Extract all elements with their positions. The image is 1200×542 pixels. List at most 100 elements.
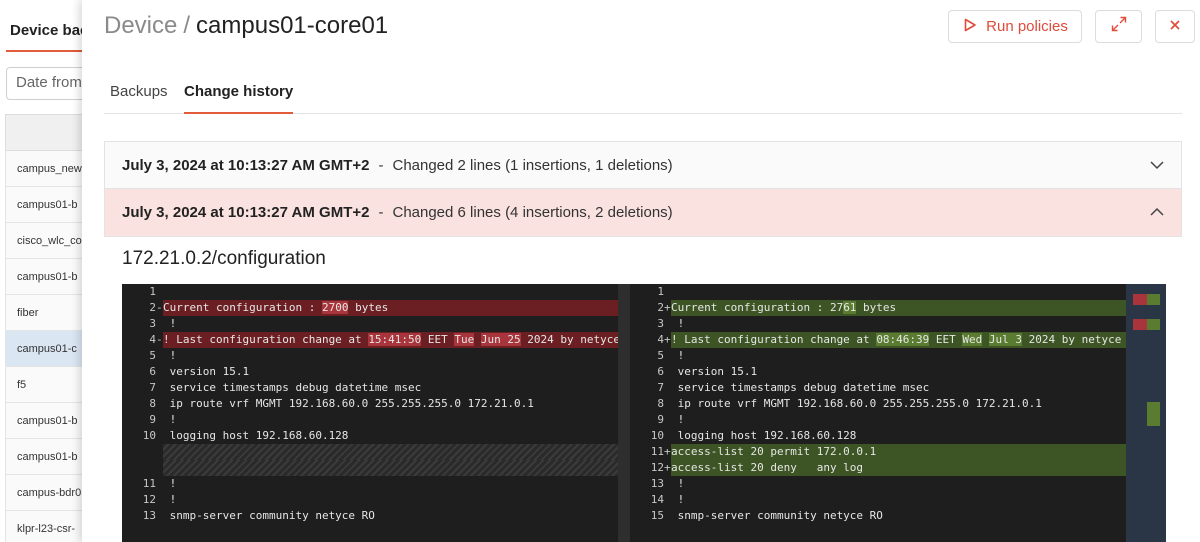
line-number: 10	[650, 429, 664, 442]
breadcrumb-separator: /	[183, 12, 191, 39]
code-text: !	[163, 493, 177, 506]
overview-added-mark	[1147, 402, 1160, 426]
diff-line: 12 !	[122, 492, 618, 508]
diff-overview-ruler[interactable]	[1126, 284, 1166, 542]
code-text: logging host 192.168.60.128	[163, 429, 349, 442]
line-number: 4	[657, 333, 664, 346]
code-text: Current configuration : 2761 bytes	[671, 301, 897, 314]
code-text: logging host 192.168.60.128	[671, 429, 857, 442]
history-separator: -	[378, 204, 384, 221]
code-text: ! Last configuration change at 08:46:39 …	[671, 333, 1122, 346]
history-entry-1[interactable]: July 3, 2024 at 10:13:27 AM GMT+2 - Chan…	[104, 141, 1182, 189]
history-separator: -	[378, 156, 384, 174]
diff-line: 4 +! Last configuration change at 08:46:3…	[630, 332, 1138, 348]
diff-padding-line	[163, 444, 618, 460]
diff-line: 3 !	[122, 316, 618, 332]
background-tab-indicator	[6, 50, 86, 52]
expand-icon	[1111, 16, 1127, 37]
diff-line: 8 ip route vrf MGMT 192.168.60.0 255.255…	[122, 396, 618, 412]
line-number: 13	[650, 477, 664, 490]
line-number: 6	[149, 365, 156, 378]
diff-line: 2- Current configuration : 2700 bytes	[122, 300, 618, 316]
diff-line: 6 version 15.1	[122, 364, 618, 380]
run-policies-button[interactable]: Run policies	[948, 10, 1082, 43]
diff-line: 1	[630, 284, 1138, 300]
expand-button[interactable]	[1095, 10, 1142, 43]
tab-backups[interactable]: Backups	[110, 83, 168, 112]
changed-word-highlight: Wed	[962, 333, 983, 346]
line-number: 11	[650, 445, 664, 458]
diff-divider[interactable]	[618, 284, 630, 542]
line-number: 12	[650, 461, 664, 474]
history-timestamp: July 3, 2024 at 10:13:27 AM GMT+2	[122, 156, 370, 174]
code-text: !	[671, 493, 685, 506]
diff-padding-line	[163, 460, 618, 476]
line-number: 3	[149, 317, 156, 330]
tab-change-history[interactable]: Change history	[184, 83, 294, 114]
diff-right-pane: 1 2 + Current configuration : 2761 bytes 3 !…	[630, 284, 1166, 542]
code-text: !	[163, 477, 177, 490]
tab-bar: Backups Change history	[104, 72, 1182, 114]
line-number: 8	[657, 397, 664, 410]
code-text: !	[671, 317, 685, 330]
code-text: !	[671, 349, 685, 362]
changed-word-highlight: 15:41:50	[368, 333, 422, 346]
line-number: 4	[149, 333, 156, 346]
device-name: campus01-core01	[196, 12, 389, 39]
diff-line: 3 !	[630, 316, 1138, 332]
line-number: 11	[142, 477, 156, 490]
diff-line: 11 !	[122, 476, 618, 492]
diff-line: 12 + access-list 20 deny any log	[630, 460, 1138, 476]
changed-word-highlight: Jun 25	[480, 333, 521, 346]
code-text: !	[163, 349, 177, 362]
close-button[interactable]	[1155, 10, 1195, 43]
line-number: 10	[142, 429, 156, 442]
code-text: access-list 20 permit 172.0.0.1	[671, 445, 877, 458]
history-timestamp: July 3, 2024 at 10:13:27 AM GMT+2	[122, 204, 370, 221]
code-text: version 15.1	[163, 365, 250, 378]
diff-left-pane: 1 2- Current configuration : 2700 bytes 3 !…	[122, 284, 630, 542]
play-icon	[962, 17, 978, 37]
device-modal: Device / campus01-core01 Run policies Back…	[82, 0, 1200, 542]
chevron-down-icon[interactable]	[1149, 157, 1165, 177]
code-text: !	[163, 317, 177, 330]
history-summary: Changed 2 lines (1 insertions, 1 deletio…	[392, 156, 673, 174]
code-text: ip route vrf MGMT 192.168.60.0 255.255.2…	[671, 397, 1042, 410]
line-number: 7	[149, 381, 156, 394]
close-icon	[1169, 18, 1181, 36]
line-number: 14	[650, 493, 664, 506]
diff-line: 9 !	[630, 412, 1138, 428]
diff-line: 13 !	[630, 476, 1138, 492]
overview-added-mark	[1147, 319, 1160, 330]
code-text: ! Last configuration change at 15:41:50 …	[163, 333, 621, 346]
diff-line: 7 service timestamps debug datetime msec	[122, 380, 618, 396]
history-entry-2[interactable]: July 3, 2024 at 10:13:27 AM GMT+2 - Chan…	[104, 189, 1182, 237]
background-page-title: Device bac	[10, 22, 89, 39]
overview-added-mark	[1147, 294, 1160, 305]
code-text: service timestamps debug datetime msec	[671, 381, 930, 394]
chevron-up-icon[interactable]	[1149, 204, 1165, 224]
line-number: 7	[657, 381, 664, 394]
code-text: ip route vrf MGMT 192.168.60.0 255.255.2…	[163, 397, 534, 410]
diff-line: 1	[122, 284, 618, 300]
changed-word-highlight: 61	[843, 301, 857, 314]
diff-line: 14 !	[630, 492, 1138, 508]
diff-viewer: 1 2- Current configuration : 2700 bytes 3 !…	[122, 284, 1166, 542]
diff-line: 9 !	[122, 412, 618, 428]
line-number: 6	[657, 365, 664, 378]
overview-deleted-mark	[1133, 319, 1147, 330]
diff-line: 8 ip route vrf MGMT 192.168.60.0 255.255…	[630, 396, 1138, 412]
changed-word-highlight: Jul 3	[988, 333, 1023, 346]
code-text: access-list 20 deny any log	[671, 461, 864, 474]
breadcrumb-device[interactable]: Device	[104, 12, 177, 39]
line-number: 1	[657, 285, 664, 298]
code-text: version 15.1	[671, 365, 758, 378]
code-text: !	[163, 413, 177, 426]
code-text: !	[671, 413, 685, 426]
diff-line: 15 snmp-server community netyce RO	[630, 508, 1138, 524]
code-text: service timestamps debug datetime msec	[163, 381, 422, 394]
page-title: Device / campus01-core01	[104, 12, 388, 40]
code-text: !	[671, 477, 685, 490]
diff-line: 10 logging host 192.168.60.128	[122, 428, 618, 444]
diff-line: 11 + access-list 20 permit 172.0.0.1	[630, 444, 1138, 460]
